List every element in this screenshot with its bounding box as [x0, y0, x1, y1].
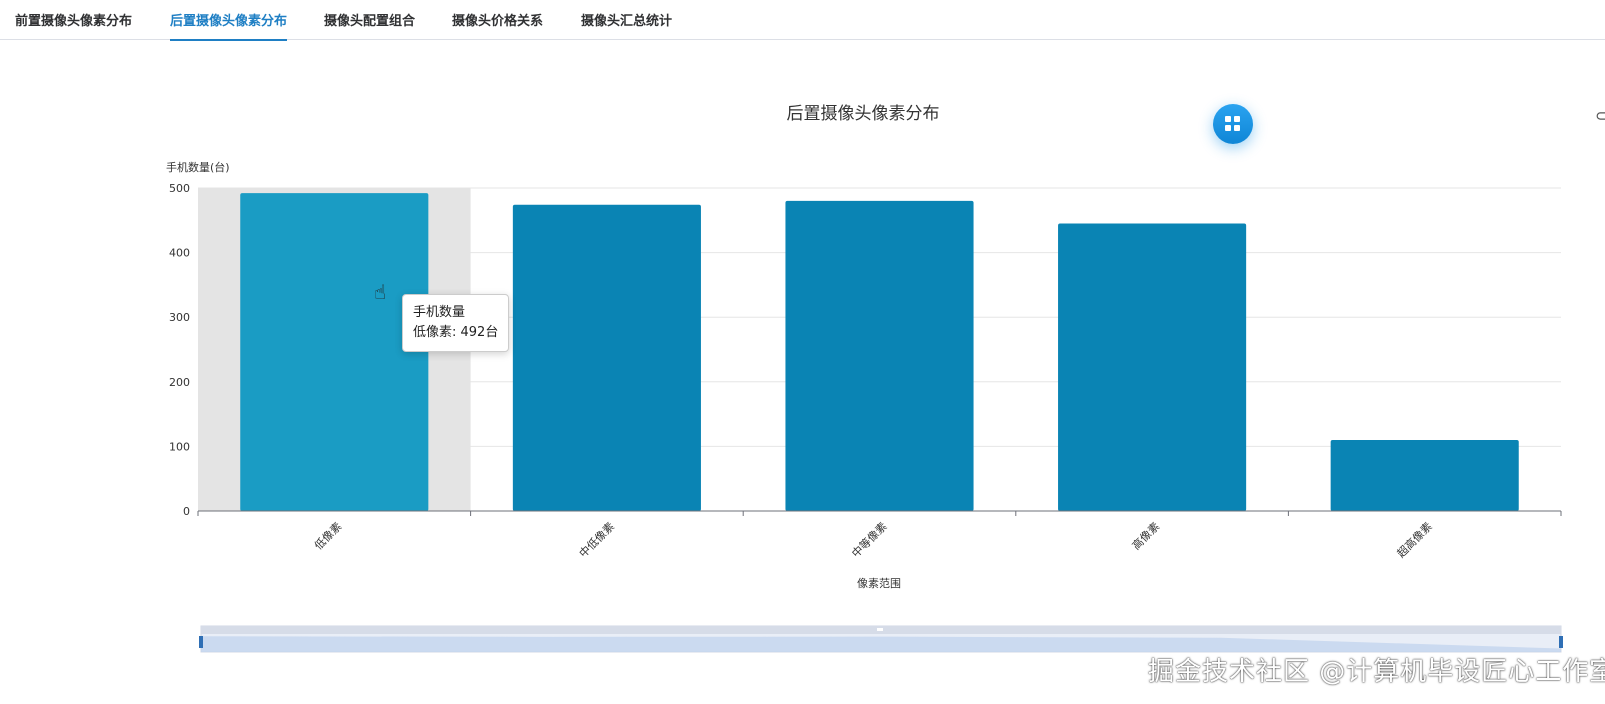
x-axis-label: 像素范围 [857, 576, 901, 590]
toolbox-grid-button[interactable] [1213, 104, 1253, 144]
grid-icon [1225, 116, 1241, 132]
x-tick-label: 中等像素 [849, 519, 890, 560]
y-tick-label: 400 [169, 247, 190, 260]
y-tick-label: 100 [169, 440, 190, 453]
pointer-hand-icon: ☝ [374, 280, 387, 304]
chart-title: 后置摄像头像素分布 [787, 104, 940, 124]
zoom-left-handle[interactable] [199, 636, 203, 648]
bar[interactable] [240, 193, 429, 511]
chart-tooltip: 手机数量 低像素: 492台 [402, 294, 510, 352]
bar[interactable] [1330, 439, 1519, 511]
x-tick-label: 低像素 [312, 520, 345, 553]
x-tick-label: 高像素 [1129, 519, 1162, 552]
bar[interactable] [785, 200, 974, 512]
tooltip-value: 低像素: 492台 [413, 325, 499, 340]
x-tick-label: 中低像素 [577, 520, 617, 560]
y-tick-label: 300 [169, 311, 190, 324]
y-tick-label: 200 [169, 376, 190, 389]
y-axis-label: 手机数量(台) [166, 160, 230, 174]
x-tick-label: 超高像素 [1394, 519, 1435, 560]
bar[interactable] [1058, 223, 1247, 511]
bar[interactable] [512, 204, 701, 511]
watermark: 掘金技术社区 @计算机毕设匠心工作室 [1148, 657, 1605, 687]
bar-chart: 后置摄像头像素分布 手机数量(台) 像素范围 0 100 200 300 400 500 低… [166, 104, 1563, 653]
zoom-right-handle[interactable] [1559, 636, 1563, 648]
data-zoom-slider[interactable] [199, 625, 1563, 653]
y-tick-label: 0 [183, 505, 190, 518]
zoom-grip-icon[interactable] [877, 628, 883, 631]
y-tick-label: 500 [169, 182, 190, 195]
edge-cut-icon: ⊂ [1595, 106, 1605, 125]
tooltip-series: 手机数量 [413, 305, 466, 320]
